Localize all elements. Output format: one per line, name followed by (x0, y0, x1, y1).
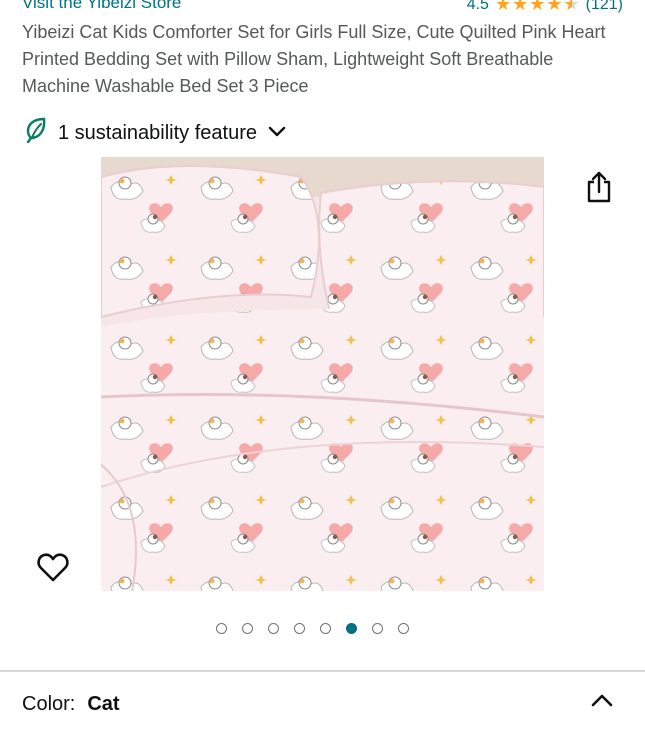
rating-count: (121) (585, 0, 623, 13)
carousel-dot[interactable] (242, 623, 253, 634)
star-full-icon: ★ (494, 0, 512, 14)
carousel-dot[interactable] (320, 623, 331, 634)
star-rating: ★ ★ ★ ★ ★★ (495, 0, 580, 15)
sustainability-feature-toggle[interactable]: 1 sustainability feature (24, 117, 287, 149)
color-value: Cat (87, 693, 120, 715)
color-variation: Color: Cat (22, 693, 120, 716)
star-full-icon: ★ (512, 0, 529, 14)
carousel-dot[interactable] (398, 623, 409, 634)
sustainability-label: 1 sustainability feature (58, 121, 258, 144)
rating-summary[interactable]: 4.5 ★ ★ ★ ★ ★★ (121) (467, 0, 623, 15)
carousel-dot[interactable] (268, 623, 279, 634)
star-full-icon: ★ (529, 0, 546, 14)
share-button[interactable] (583, 170, 615, 204)
product-title: Yibeizi Cat Kids Comforter Set for Girls… (22, 22, 606, 96)
heart-icon (37, 553, 69, 582)
share-icon (587, 171, 611, 203)
image-carousel-indicators (216, 623, 409, 634)
add-to-list-button[interactable] (36, 551, 70, 583)
carousel-dot[interactable] (372, 623, 383, 634)
carousel-dot[interactable] (294, 623, 305, 634)
chevron-down-icon (267, 122, 287, 145)
chevron-up-icon (591, 694, 613, 707)
bedding-photo (101, 157, 544, 591)
visit-store-link[interactable]: Visit the Yibeizi Store (22, 0, 181, 13)
section-divider (0, 670, 645, 672)
carousel-dot[interactable] (346, 623, 357, 634)
rating-value: 4.5 (466, 0, 489, 13)
star-half-icon: ★★ (563, 0, 580, 14)
collapse-variation-button[interactable] (590, 690, 614, 710)
product-image[interactable] (101, 157, 544, 591)
leaf-icon (24, 117, 48, 149)
carousel-dot[interactable] (216, 623, 227, 634)
color-label: Color: (22, 693, 76, 715)
star-full-icon: ★ (546, 0, 563, 14)
